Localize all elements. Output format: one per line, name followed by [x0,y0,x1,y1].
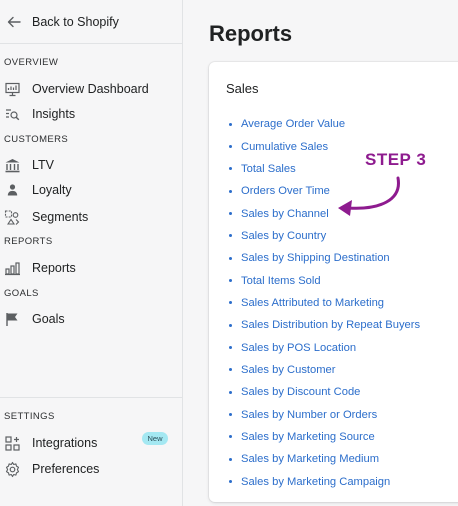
sidebar: Back to Shopify OVERVIEW Overview Dashbo… [0,0,183,506]
sidebar-item-label: Goals [32,312,65,326]
segments-icon [4,209,21,226]
section-overview: OVERVIEW [4,57,59,68]
report-link[interactable]: Sales by Customer [241,364,336,376]
bullet [229,212,232,216]
bullet [229,435,232,439]
person-icon [4,182,21,199]
report-link[interactable]: Sales Attributed to Marketing [241,297,384,309]
list-item: Total Items Sold [229,269,420,291]
sidebar-item-label: Segments [32,210,89,224]
sidebar-item-label: Reports [32,261,76,275]
step-annotation-arrow [338,176,400,216]
report-link[interactable]: Cumulative Sales [241,141,328,153]
bullet [229,346,232,350]
bullet [229,301,232,305]
integrations-icon [4,435,21,452]
list-item: Sales by Number or Orders [229,403,420,425]
insights-icon [4,106,21,123]
report-link[interactable]: Sales by Marketing Source [241,431,375,443]
section-settings: SETTINGS [4,411,55,422]
main-content: Reports Sales Average Order Value Cumulat… [184,0,458,506]
sidebar-item-ltv[interactable]: LTV [0,153,182,177]
bullet [229,122,232,126]
sidebar-item-overview-dashboard[interactable]: Overview Dashboard [0,77,182,101]
step-annotation-label: STEP 3 [365,150,427,169]
arrow-left-icon [7,16,21,27]
bank-icon [4,157,21,174]
report-link[interactable]: Sales by Channel [241,208,329,220]
list-item: Sales by Marketing Medium [229,448,420,470]
bullet [229,390,232,394]
report-link[interactable]: Sales by Marketing Campaign [241,476,390,488]
report-link[interactable]: Sales by Marketing Medium [241,453,379,465]
report-link[interactable]: Orders Over Time [241,185,330,197]
section-goals: GOALS [4,288,39,299]
list-item: Sales by Marketing Source [229,426,420,448]
report-link[interactable]: Sales by Shipping Destination [241,252,390,264]
list-item: Sales by Country [229,225,420,247]
sidebar-item-label: Overview Dashboard [32,82,149,96]
bullet [229,167,232,171]
section-reports: REPORTS [4,236,53,247]
report-link[interactable]: Sales by Country [241,230,326,242]
bullet [229,256,232,260]
dashboard-icon [4,81,21,98]
sidebar-item-label: Preferences [32,462,100,476]
list-item: Sales Attributed to Marketing [229,292,420,314]
back-to-shopify-link[interactable]: Back to Shopify [0,0,183,44]
divider [0,397,183,398]
list-item: Sales by Discount Code [229,381,420,403]
sidebar-item-segments[interactable]: Segments [0,205,182,229]
sales-card: Sales Average Order Value Cumulative Sale… [209,62,458,502]
list-item: Sales Distribution by Repeat Buyers [229,314,420,336]
section-customers: CUSTOMERS [4,134,69,145]
list-item: Sales by Shipping Destination [229,247,420,269]
sidebar-item-insights[interactable]: Insights [0,102,182,126]
list-item: Average Order Value [229,113,420,135]
sidebar-item-reports[interactable]: Reports [0,256,182,280]
bullet [229,413,232,417]
bullet [229,323,232,327]
bullet [229,480,232,484]
report-link[interactable]: Total Sales [241,163,296,175]
bullet [229,368,232,372]
sidebar-item-label: Loyalty [32,183,72,197]
sidebar-item-preferences[interactable]: Preferences [0,457,182,481]
report-link[interactable]: Sales by POS Location [241,342,356,354]
back-label: Back to Shopify [32,14,119,29]
sidebar-item-loyalty[interactable]: Loyalty [0,178,182,202]
flag-icon [4,311,21,328]
report-link[interactable]: Sales by Number or Orders [241,409,377,421]
page-title: Reports [209,21,293,46]
bullet [229,234,232,238]
new-badge: New [142,432,168,445]
list-item: Sales by POS Location [229,336,420,358]
list-item: Sales by Marketing Campaign [229,471,420,493]
bullet [229,279,232,283]
sidebar-item-label: Integrations [32,436,98,450]
bullet [229,145,232,149]
sidebar-item-label: LTV [32,158,54,172]
bullet [229,457,232,461]
report-link[interactable]: Average Order Value [241,118,345,130]
bar-chart-icon [4,260,21,277]
report-link[interactable]: Sales by Discount Code [241,386,360,398]
sidebar-item-label: Insights [32,107,76,121]
list-item: Sales by Customer [229,359,420,381]
bullet [229,189,232,193]
report-link[interactable]: Sales Distribution by Repeat Buyers [241,319,420,331]
sidebar-item-goals[interactable]: Goals [0,307,182,331]
report-link[interactable]: Total Items Sold [241,275,321,287]
card-title: Sales [226,81,259,96]
gear-icon [4,461,21,478]
